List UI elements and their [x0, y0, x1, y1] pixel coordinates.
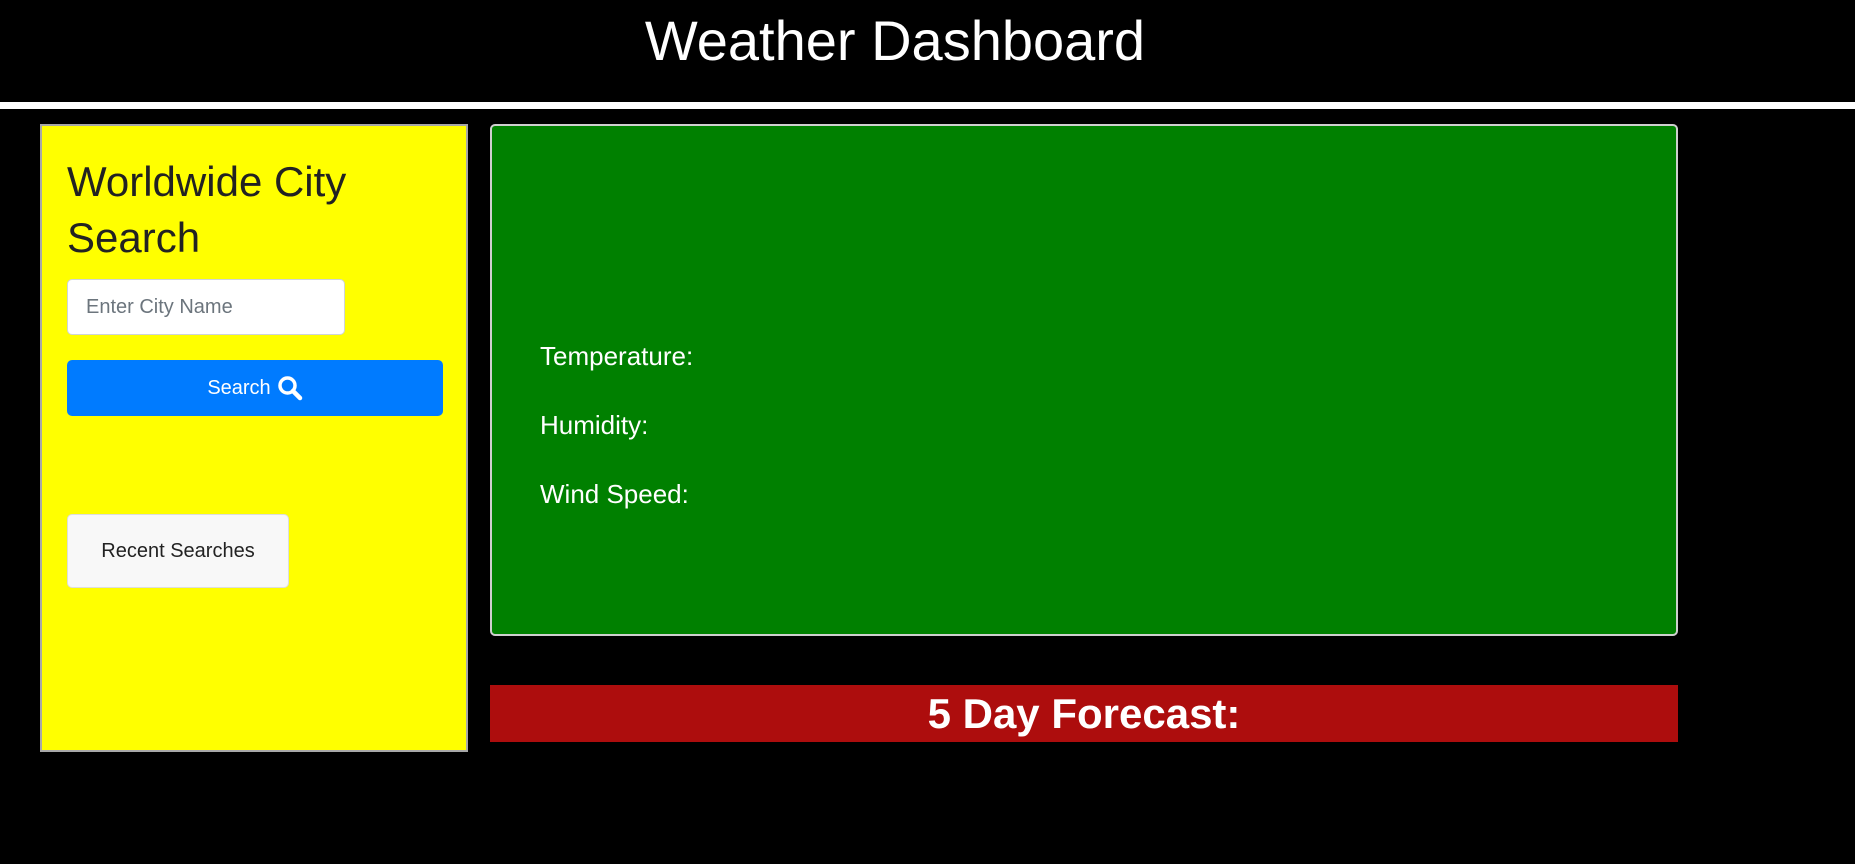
current-weather-card: Temperature: Humidity: Wind Speed: [490, 124, 1678, 636]
humidity-label: Humidity: [540, 410, 649, 440]
city-search-input[interactable] [67, 279, 345, 335]
search-icon [277, 375, 303, 401]
wind-speed-label: Wind Speed: [540, 479, 689, 509]
forecast-title: 5 Day Forecast: [927, 690, 1241, 737]
search-button[interactable]: Search [67, 360, 443, 416]
city-search-title: Worldwide City Search [67, 158, 347, 261]
header-divider [0, 102, 1855, 109]
search-button-label: Search [207, 376, 271, 399]
recent-searches-button[interactable]: Recent Searches [67, 514, 289, 588]
temperature-label: Temperature: [540, 341, 694, 371]
page-title: Weather Dashboard [644, 9, 1146, 72]
page-header: Weather Dashboard [0, 0, 1855, 102]
forecast-banner: 5 Day Forecast: [490, 685, 1678, 742]
city-search-panel: Worldwide City Search Search Recent Sear… [40, 124, 468, 752]
